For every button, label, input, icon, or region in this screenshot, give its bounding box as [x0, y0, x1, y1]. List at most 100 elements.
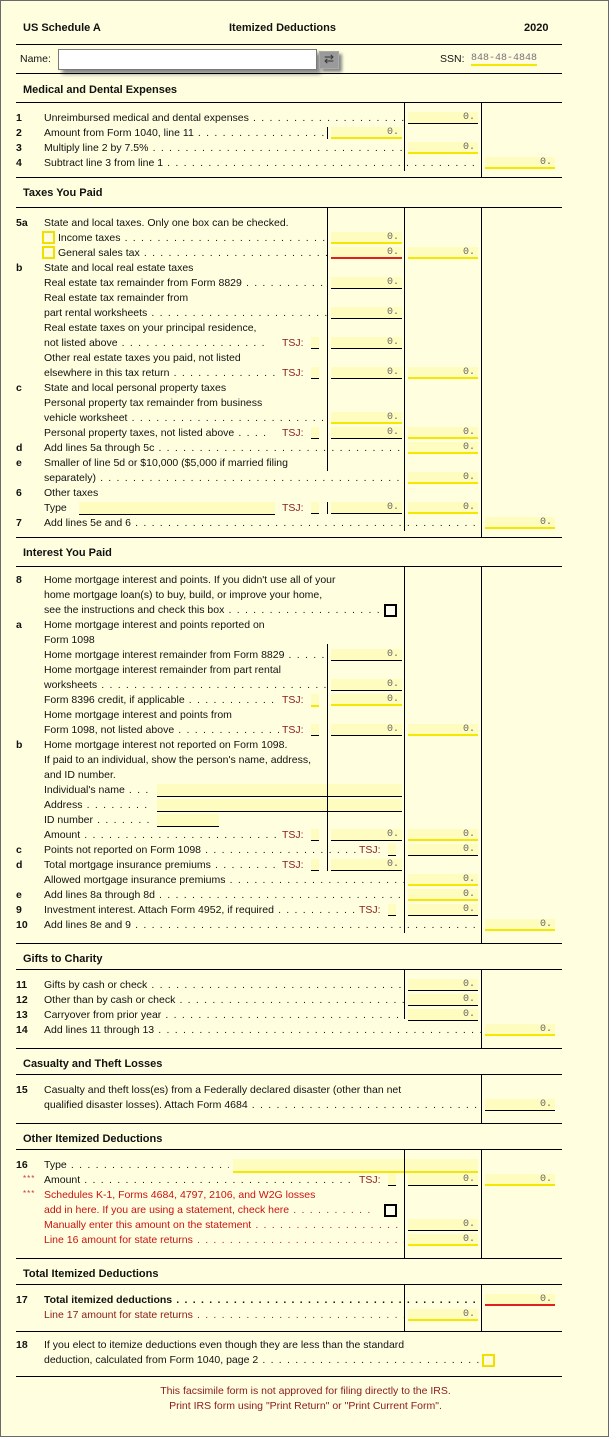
line-text: State and local real estate taxes [44, 262, 194, 274]
line-label: separately) . . . . . . . . . . . . . . … [44, 472, 404, 484]
amount-field-c2[interactable]: 0. [408, 367, 478, 379]
divider [16, 1048, 562, 1049]
ssn-field[interactable]: 848-48-4848 [471, 53, 538, 66]
line-label: State and local real estate taxes [44, 262, 481, 274]
amount-field-c2[interactable]: 0. [408, 142, 478, 154]
line-text: Gifts by cash or check [44, 979, 148, 991]
checkbox[interactable] [42, 246, 55, 259]
amount-field-c1[interactable]: 0. [331, 337, 402, 349]
amount-field-c1[interactable]: 0. [331, 679, 402, 691]
amount-field-c1[interactable]: 0. [331, 232, 402, 244]
column-rule [481, 1074, 482, 1123]
amount-field-c3[interactable]: 0. [485, 1174, 555, 1186]
line-label: Investment interest. Attach Form 4952, i… [44, 904, 356, 916]
line-label: Unreimbursed medical and dental expenses… [44, 112, 404, 124]
tsj-field[interactable] [388, 904, 396, 916]
line-label: Home mortgage interest remainder from pa… [44, 664, 481, 676]
amount-field-c3[interactable]: 0. [485, 1294, 555, 1306]
amount-field-c2[interactable]: 0. [408, 112, 478, 124]
line-text: Investment interest. Attach Form 4952, i… [44, 904, 274, 916]
amount-field-c1[interactable]: 0. [331, 247, 402, 259]
tsj-field[interactable] [311, 427, 319, 439]
line-text: Add lines 8a through 8d [44, 889, 155, 901]
schedule-a-form: US Schedule A Itemized Deductions 2020 N… [0, 0, 609, 1437]
line-text: Multiply line 2 by 7.5% [44, 142, 149, 154]
amount-field-c2[interactable]: 0. [408, 979, 478, 991]
amount-field-c2[interactable]: 0. [408, 427, 478, 439]
amount-field-c2[interactable]: 0. [408, 1234, 478, 1246]
amount-field-c1[interactable]: 0. [331, 277, 402, 289]
amount-field-c2[interactable]: 0. [408, 889, 478, 901]
tsj-field[interactable] [311, 829, 319, 841]
tsj-field[interactable] [311, 859, 319, 871]
amount-field-c3[interactable]: 0. [485, 157, 555, 169]
amount-field-c1[interactable]: 0. [331, 307, 402, 319]
amount-field-c1[interactable]: 0. [331, 367, 402, 379]
amount-field-c2[interactable]: 0. [408, 904, 478, 916]
amount-field-c2[interactable]: 0. [408, 472, 478, 484]
other-taxes-type-input[interactable] [79, 502, 275, 515]
amount-field-c1[interactable]: 0. [331, 829, 402, 841]
amount-field-c2[interactable]: 0. [408, 1174, 478, 1186]
amount-field-c2[interactable]: 0. [408, 247, 478, 259]
amount-field-c1[interactable]: 0. [331, 427, 402, 439]
amount-field-c1[interactable]: 0. [331, 724, 402, 736]
leader-dots: . . . . . . . . . . . . . . . . . . [117, 337, 266, 349]
tsj-label: TSJ: [282, 859, 304, 871]
amount-field-c2[interactable]: 0. [408, 1009, 478, 1021]
amount-field-c2[interactable]: 0. [408, 994, 478, 1006]
individual-name-input[interactable] [157, 784, 402, 797]
name-picker-button[interactable]: ⇄ [319, 51, 339, 69]
tsj-field[interactable] [311, 694, 319, 707]
amount-field-c3[interactable]: 0. [485, 919, 555, 931]
section-total: Total Itemized Deductions [23, 1268, 159, 1280]
line-label: elsewhere in this tax return . . . . . .… [44, 367, 279, 379]
id-number-input[interactable] [157, 814, 219, 827]
other-deduction-type-input[interactable] [233, 1159, 478, 1173]
tsj-field[interactable] [388, 1174, 396, 1186]
line-label: Form 8396 credit, if applicable . . . . … [44, 694, 279, 706]
amount-field-c2[interactable]: 0. [408, 844, 478, 856]
column-rule [404, 207, 405, 531]
checkbox[interactable] [384, 604, 397, 617]
tsj-field[interactable] [311, 337, 319, 349]
amount-field-c2[interactable]: 0. [408, 1309, 478, 1321]
tsj-field[interactable] [311, 724, 319, 736]
checkbox[interactable] [384, 1204, 397, 1217]
asterisk-marker: *** [23, 1189, 36, 1198]
line-text: Personal property taxes, not listed abov… [44, 427, 235, 439]
amount-field-c2[interactable]: 0. [408, 1219, 478, 1231]
tsj-field[interactable] [311, 502, 319, 514]
line-text: Other real estate taxes you paid, not li… [44, 352, 241, 364]
checkbox[interactable] [42, 231, 55, 244]
amount-field-c1[interactable]: 0. [331, 502, 402, 514]
line-text: Individual's name [44, 784, 125, 796]
amount-field-c2[interactable]: 0. [408, 724, 478, 736]
amount-field-c2[interactable]: 0. [408, 502, 478, 514]
tsj-field[interactable] [388, 844, 396, 856]
line-label: vehicle worksheet . . . . . . . . . . . … [44, 412, 327, 424]
divider [16, 1123, 562, 1124]
line-label: Amount . . . . . . . . . . . . . . . . .… [44, 1174, 356, 1186]
tsj-field[interactable] [311, 367, 319, 379]
amount-field-c3[interactable]: 0. [485, 1099, 555, 1111]
amount-field-c1[interactable]: 0. [331, 649, 402, 661]
line-text: Real estate tax remainder from [44, 292, 189, 304]
line-text: Smaller of line 5d or $10,000 ($5,000 if… [44, 457, 288, 469]
amount-field-c1[interactable]: 0. [331, 127, 402, 139]
line-text: Add lines 5e and 6 [44, 517, 131, 529]
checkbox[interactable] [482, 1354, 495, 1367]
field-separator [327, 502, 328, 514]
amount-field-c1[interactable]: 0. [331, 859, 402, 871]
amount-field-c2[interactable]: 0. [408, 442, 478, 454]
name-input[interactable] [58, 49, 317, 70]
line-label: Line 16 amount for state returns . . . .… [44, 1234, 404, 1246]
line-label: Gifts by cash or check . . . . . . . . .… [44, 979, 404, 991]
amount-field-c2[interactable]: 0. [408, 874, 478, 886]
amount-field-c3[interactable]: 0. [485, 1024, 555, 1036]
amount-field-c1[interactable]: 0. [331, 694, 402, 706]
amount-field-c3[interactable]: 0. [485, 517, 555, 529]
amount-field-c2[interactable]: 0. [408, 829, 478, 841]
address-input[interactable] [157, 799, 402, 812]
amount-field-c1[interactable]: 0. [331, 412, 402, 424]
